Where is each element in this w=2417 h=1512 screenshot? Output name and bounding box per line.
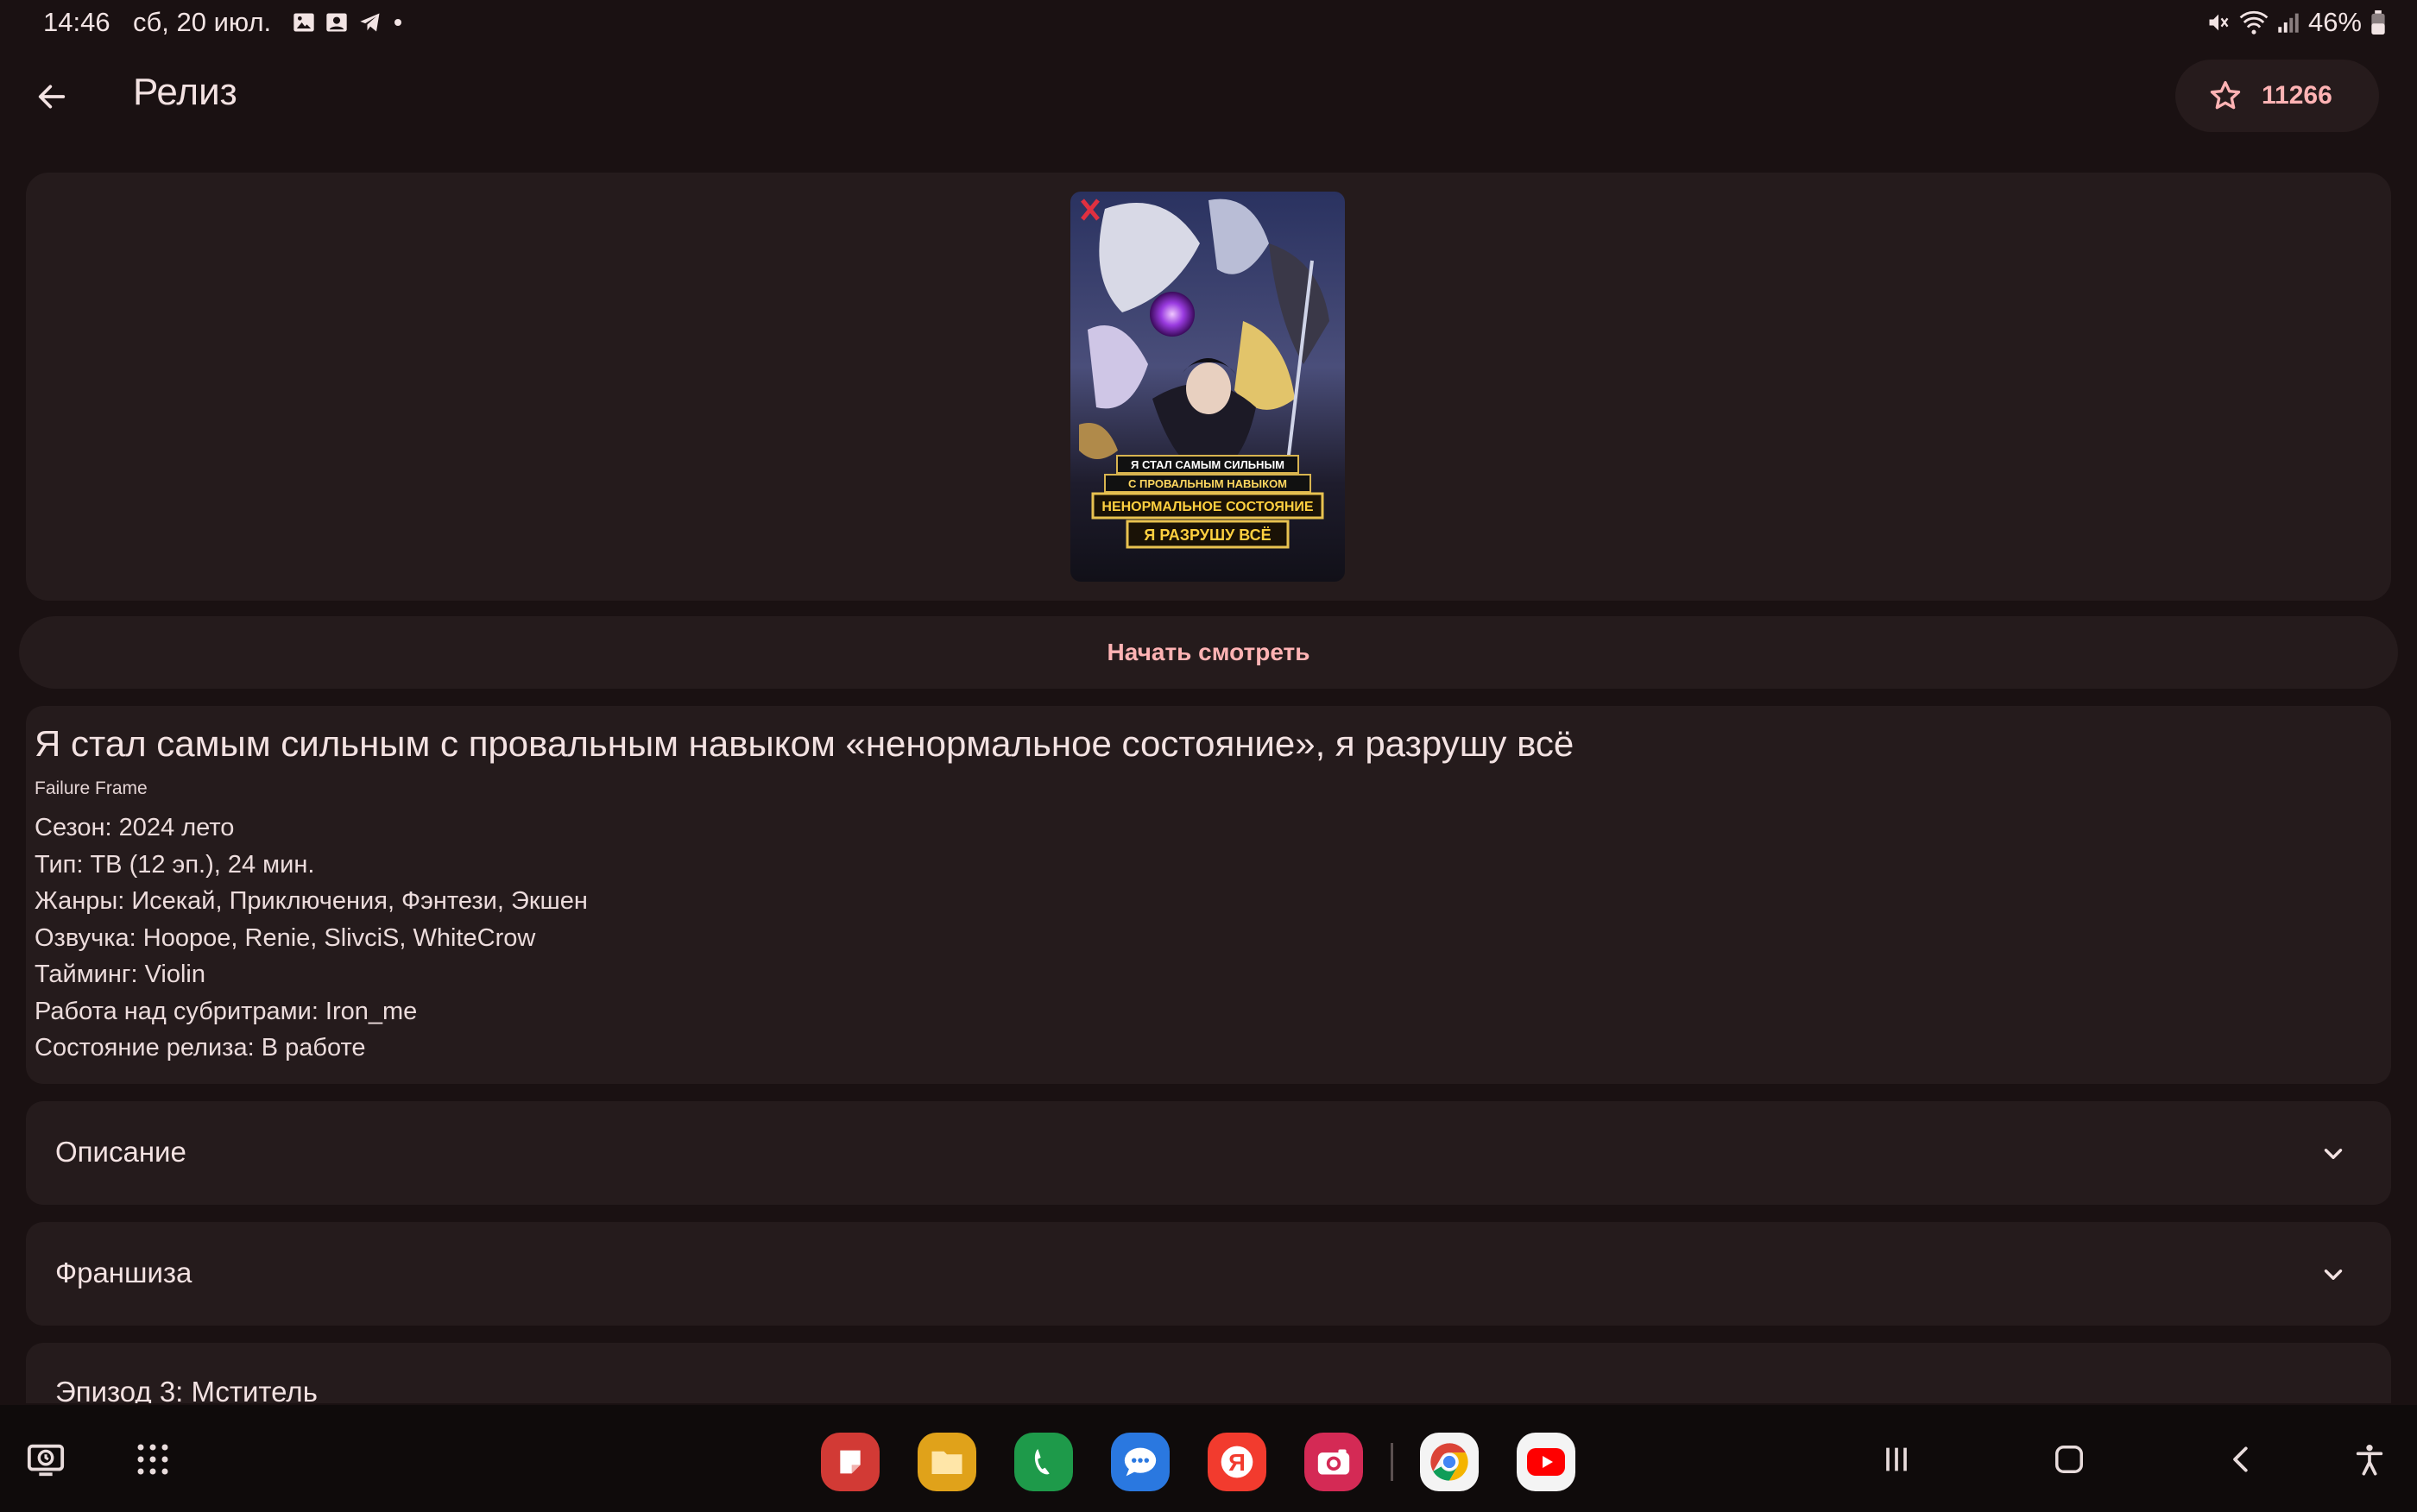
description-section[interactable]: Описание: [26, 1101, 2391, 1205]
chrome-app-icon[interactable]: [1420, 1433, 1479, 1491]
notification-icons: [292, 10, 404, 35]
info-voice: Озвучка: Hoopoe, Renie, SlivciS, WhiteCr…: [35, 923, 536, 952]
wifi-icon: [2239, 10, 2269, 35]
episode-title: Эпизод 3: Мститель: [55, 1376, 318, 1403]
battery-percent: 46%: [2307, 7, 2362, 37]
info-status: Состояние релиза: В работе: [35, 1034, 366, 1062]
files-app-icon[interactable]: [918, 1433, 976, 1491]
recent-apps-launcher-button[interactable]: [17, 1431, 74, 1488]
start-watching-label: Начать смотреть: [1107, 639, 1310, 665]
system-icons: 46%: [2206, 7, 2386, 38]
back-chevron-icon: [2233, 1446, 2248, 1472]
info-type: Тип: ТВ (12 эп.), 24 мин.: [35, 850, 315, 879]
notes-app-icon[interactable]: [821, 1433, 880, 1491]
svg-text:Я: Я: [1228, 1449, 1246, 1476]
page-title: Релиз: [133, 71, 237, 113]
signal-icon: [2278, 13, 2299, 33]
info-season: Сезон: 2024 лето: [35, 814, 235, 841]
chevron-down-icon: [2324, 1269, 2343, 1280]
accessibility-icon: [2356, 1445, 2383, 1476]
episode-item[interactable]: Эпизод 3: Мститель: [26, 1343, 2391, 1403]
back-nav-button[interactable]: [2213, 1431, 2270, 1488]
contact-notification-icon: [326, 13, 347, 32]
app-bar: Релиз 11266: [0, 48, 2417, 140]
accessibility-button[interactable]: [2341, 1431, 2398, 1488]
poster-line-4: Я РАЗРУШУ ВСЁ: [1144, 526, 1271, 544]
taskbar: Я: [0, 1405, 2417, 1512]
start-watching-button[interactable]: Начать смотреть: [19, 616, 2398, 689]
status-time: 14:46: [43, 7, 110, 37]
favorites-count: 11266: [2262, 81, 2332, 110]
info-genres: Жанры: Исекай, Приключения, Фэнтези, Экш…: [35, 887, 588, 915]
release-poster[interactable]: Я СТАЛ САМЫМ СИЛЬНЫМ С ПРОВАЛЬНЫМ НАВЫКО…: [1070, 192, 1345, 582]
home-square-icon: [2055, 1446, 2083, 1473]
star-outline-icon: [2210, 81, 2241, 110]
release-title: Я стал самым сильным с провальным навыко…: [35, 723, 1575, 764]
home-nav-button[interactable]: [2041, 1431, 2098, 1488]
telegram-notification-icon: [360, 13, 380, 32]
franchise-label: Франшиза: [55, 1257, 192, 1288]
release-original-title: Failure Frame: [35, 778, 148, 798]
poster-line-3: НЕНОРМАЛЬНОЕ СОСТОЯНИЕ: [1101, 500, 1314, 514]
back-button[interactable]: [24, 69, 79, 124]
franchise-section[interactable]: Франшиза: [26, 1222, 2391, 1326]
arrow-back-icon: [38, 85, 66, 109]
youtube-app-icon[interactable]: [1517, 1433, 1575, 1491]
poster-line-1: Я СТАЛ САМЫМ СИЛЬНЫМ: [1131, 458, 1284, 471]
battery-icon: [2371, 10, 2385, 35]
description-label: Описание: [55, 1136, 186, 1168]
app-drawer-button[interactable]: [124, 1431, 181, 1488]
recents-lines-icon: [1886, 1447, 1907, 1471]
yandex-app-icon[interactable]: Я: [1208, 1433, 1266, 1491]
phone-app-icon[interactable]: [1014, 1433, 1073, 1491]
mute-icon: [2209, 14, 2229, 31]
camera-app-icon[interactable]: [1304, 1433, 1363, 1491]
gallery-notification-icon: [293, 13, 314, 32]
messages-app-icon[interactable]: [1111, 1433, 1170, 1491]
release-info-list: Сезон: 2024 лето Тип: ТВ (12 эп.), 24 ми…: [35, 810, 588, 1067]
status-bar: 14:46 сб, 20 июл. 46%: [0, 0, 2417, 48]
info-timing: Тайминг: Violin: [35, 961, 205, 988]
taskbar-divider: [1391, 1443, 1393, 1481]
favorite-button[interactable]: 11266: [2175, 60, 2379, 132]
poster-line-2: С ПРОВАЛЬНЫМ НАВЫКОМ: [1128, 477, 1287, 490]
status-date: сб, 20 июл.: [133, 7, 272, 37]
recent-clock-icon: [27, 1444, 65, 1477]
recents-nav-button[interactable]: [1868, 1431, 1925, 1488]
info-subtitles: Работа над субритрами: Iron_me: [35, 997, 418, 1025]
more-notifications-dot-icon: [394, 19, 401, 26]
chevron-down-icon: [2324, 1149, 2343, 1159]
apps-grid-icon: [137, 1444, 168, 1475]
